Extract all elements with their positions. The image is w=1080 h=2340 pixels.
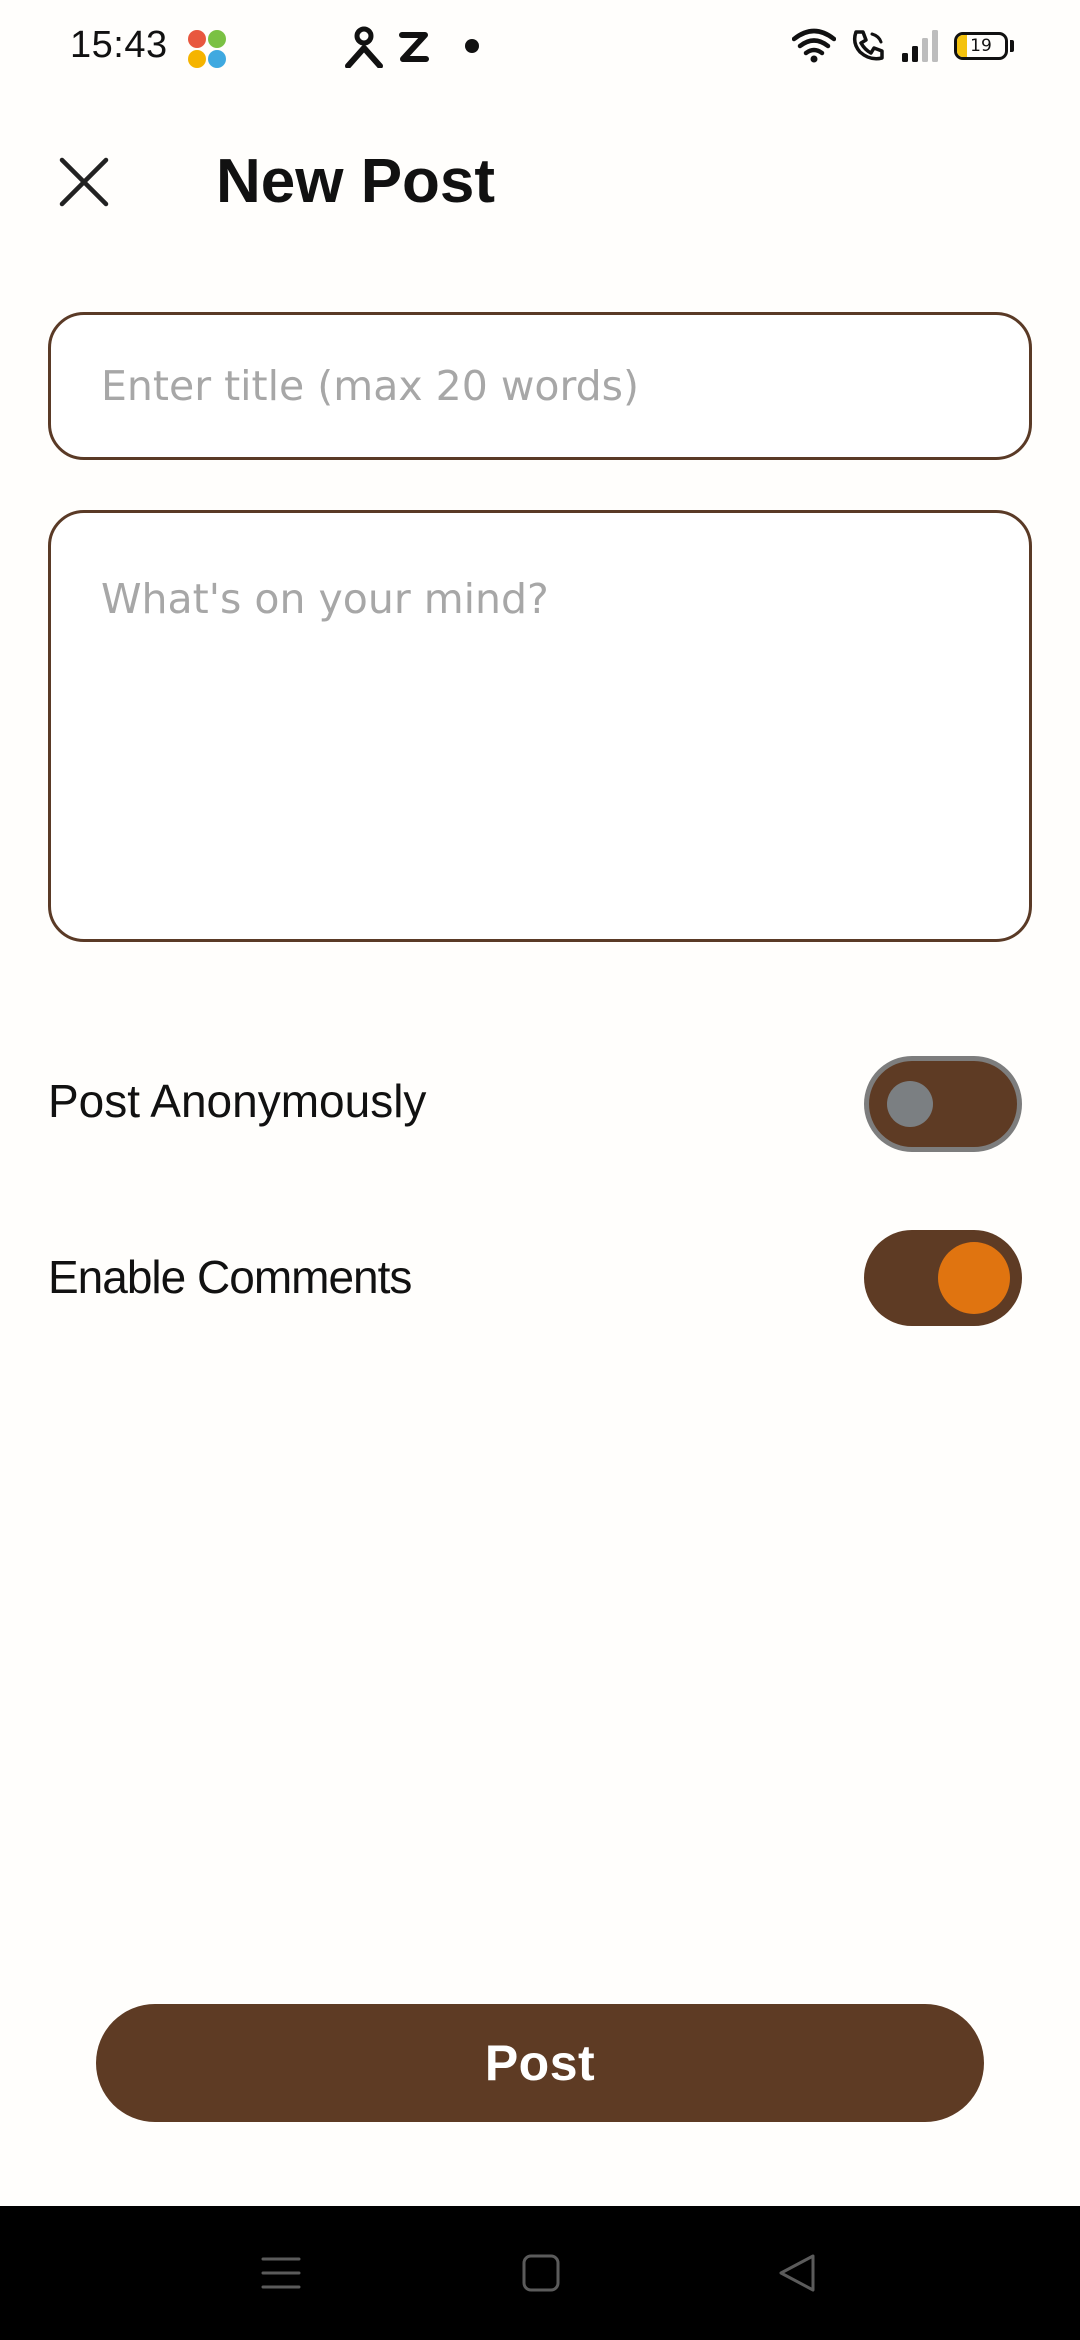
system-nav-bar	[0, 2206, 1080, 2340]
home-button[interactable]	[516, 2248, 566, 2298]
z-icon	[399, 32, 429, 62]
title-input[interactable]	[48, 312, 1032, 460]
dot-icon	[465, 39, 479, 53]
back-button[interactable]	[772, 2248, 822, 2298]
battery-icon: 19	[954, 32, 1008, 60]
person-icon	[345, 26, 383, 68]
wifi-calling-icon	[852, 30, 884, 61]
status-indicators: 19	[792, 28, 1014, 64]
wifi-icon	[792, 28, 836, 63]
enable-comments-toggle[interactable]	[864, 1230, 1022, 1326]
post-anonymously-toggle[interactable]	[864, 1056, 1022, 1152]
close-button[interactable]	[52, 150, 116, 214]
menu-button[interactable]	[256, 2248, 306, 2298]
post-anonymously-label: Post Anonymously	[48, 1075, 427, 1127]
home-icon	[522, 2254, 560, 2292]
new-post-screen: 15:43 19 New Post Enter title (max 20 wo…	[0, 0, 1080, 2340]
enable-comments-label: Enable Comments	[48, 1251, 412, 1303]
menu-icon	[261, 2257, 301, 2289]
close-icon	[59, 157, 109, 207]
page-title: New Post	[216, 147, 496, 216]
toggle-knob	[938, 1242, 1010, 1314]
post-button[interactable]: Post	[96, 2004, 984, 2122]
signal-icon	[902, 30, 938, 62]
status-bar: 15:43 19	[0, 0, 1080, 96]
back-icon	[779, 2254, 815, 2292]
status-time: 15:43	[70, 24, 168, 66]
post-body-input[interactable]	[48, 510, 1032, 942]
toggle-knob	[887, 1081, 933, 1127]
app-launcher-icon	[188, 30, 228, 70]
battery-level: 19	[970, 36, 992, 56]
battery-tip	[1010, 40, 1014, 52]
